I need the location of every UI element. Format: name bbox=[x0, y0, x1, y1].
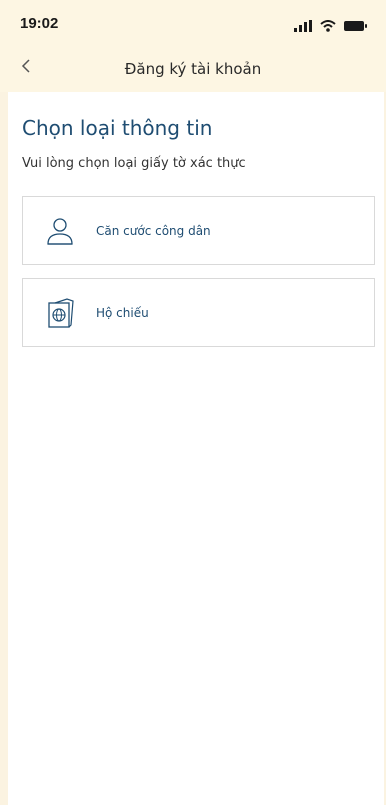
option-label: Hộ chiếu bbox=[96, 306, 149, 320]
battery-icon bbox=[344, 17, 368, 36]
status-icons bbox=[294, 17, 368, 36]
option-passport[interactable]: Hộ chiếu bbox=[22, 278, 375, 347]
status-time: 19:02 bbox=[20, 15, 59, 32]
main-content: Chọn loại thông tin Vui lòng chọn loại g… bbox=[8, 92, 384, 805]
option-label: Căn cước công dân bbox=[96, 224, 211, 238]
option-citizen-id[interactable]: Căn cước công dân bbox=[22, 196, 375, 265]
status-bar: 19:02 bbox=[0, 0, 386, 46]
person-icon bbox=[43, 215, 77, 249]
signal-icon bbox=[294, 17, 312, 36]
page-title: Chọn loại thông tin bbox=[22, 116, 213, 140]
wifi-icon bbox=[320, 17, 336, 36]
page-header-title: Đăng ký tài khoản bbox=[124, 60, 262, 78]
page-subtitle: Vui lòng chọn loại giấy tờ xác thực bbox=[22, 156, 246, 171]
nav-header: Đăng ký tài khoản bbox=[0, 46, 386, 92]
app-screen: 19:02 Đăng ký tài khoản Chọn loại thông … bbox=[0, 0, 386, 805]
passport-icon bbox=[43, 297, 77, 331]
